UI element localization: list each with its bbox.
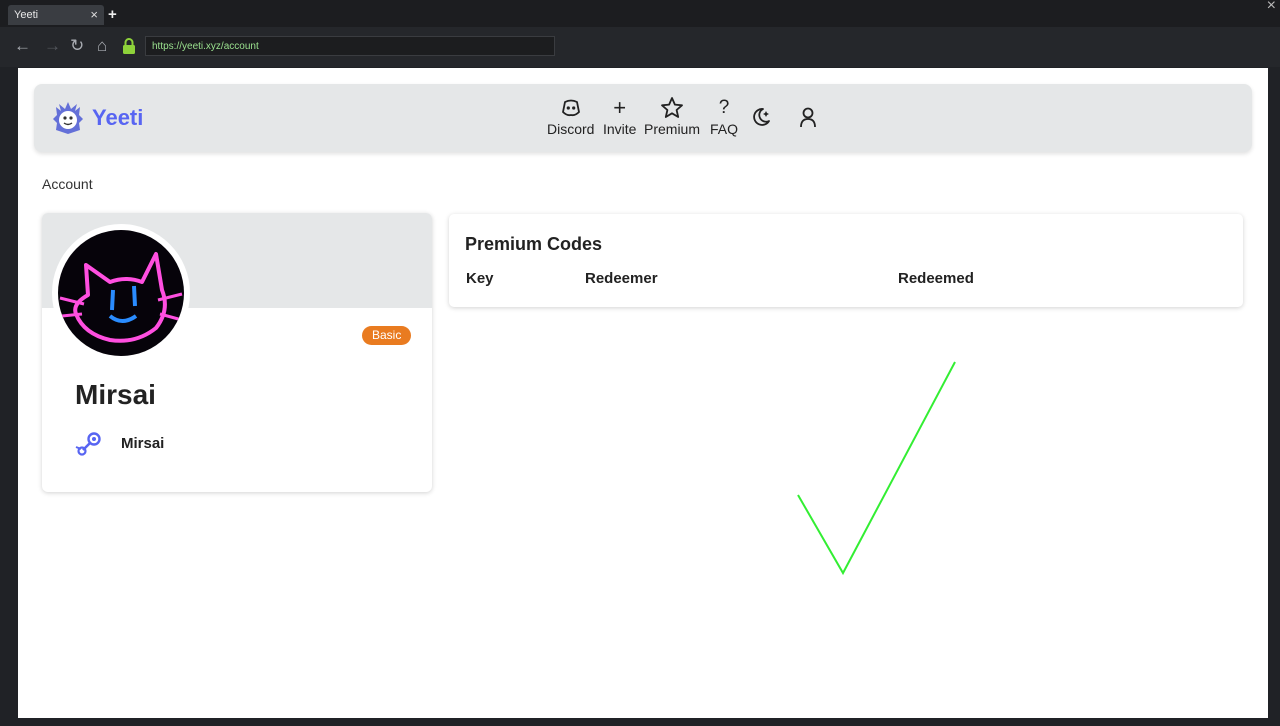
tab-title: Yeeti — [14, 9, 39, 21]
avatar — [52, 224, 190, 362]
premium-codes-title: Premium Codes — [465, 234, 603, 254]
checkmark-icon — [797, 361, 956, 576]
home-icon[interactable]: ⌂ — [97, 37, 107, 55]
discord-icon — [561, 99, 580, 117]
steam-icon — [75, 432, 101, 456]
steam-account-name: Mirsai — [121, 435, 165, 452]
lock-icon — [123, 38, 135, 54]
brand[interactable]: Yeeti — [52, 98, 143, 138]
reload-icon[interactable]: ↻ — [70, 37, 84, 55]
star-icon — [661, 97, 683, 118]
breadcrumb: Account — [42, 176, 93, 192]
nav-faq[interactable]: ? FAQ — [710, 96, 738, 137]
column-header-redeemed: Redeemed — [898, 270, 974, 287]
plus-icon: + — [613, 95, 627, 120]
address-bar[interactable]: https://yeeti.xyz/account — [145, 36, 555, 56]
page-viewport: Yeeti Discord + Invite Premium ? FAQ Acc… — [18, 68, 1268, 718]
new-tab-button[interactable]: + — [108, 6, 117, 23]
nav-faq-label: FAQ — [710, 121, 739, 137]
user-icon[interactable] — [798, 106, 818, 128]
moon-icon[interactable] — [750, 106, 772, 128]
premium-codes-card: Premium Codes Key Redeemer Redeemed — [449, 214, 1243, 307]
yeeti-logo-icon — [53, 102, 83, 134]
plan-badge: Basic — [362, 326, 412, 345]
browser-tab[interactable]: Yeeti × — [8, 5, 104, 25]
brand-name: Yeeti — [92, 105, 144, 130]
nav-premium-label: Premium — [644, 121, 701, 137]
column-header-redeemer: Redeemer — [585, 270, 658, 287]
avatar-cat-drawing — [59, 252, 183, 343]
browser-toolbar: ← → ↻ ⌂ https://yeeti.xyz/account — [0, 27, 1280, 67]
window-close-icon[interactable]: × — [1267, 0, 1276, 15]
browser-tab-bar: Yeeti × + × — [0, 0, 1280, 27]
question-icon: ? — [718, 97, 730, 118]
nav-discord[interactable]: Discord — [547, 96, 594, 137]
tab-close-icon[interactable]: × — [90, 7, 98, 22]
site-header: Yeeti Discord + Invite Premium ? FAQ — [34, 84, 1252, 152]
nav-invite-label: Invite — [603, 121, 637, 137]
nav-discord-label: Discord — [547, 121, 595, 137]
nav-invite[interactable]: + Invite — [603, 95, 637, 138]
profile-card: Basic Mirsai Mirsai — [42, 213, 432, 492]
column-header-key: Key — [466, 270, 494, 287]
back-arrow-icon[interactable]: ← — [14, 37, 31, 55]
nav-premium[interactable]: Premium — [644, 96, 700, 137]
forward-arrow-icon[interactable]: → — [44, 37, 61, 55]
profile-name: Mirsai — [75, 379, 156, 410]
